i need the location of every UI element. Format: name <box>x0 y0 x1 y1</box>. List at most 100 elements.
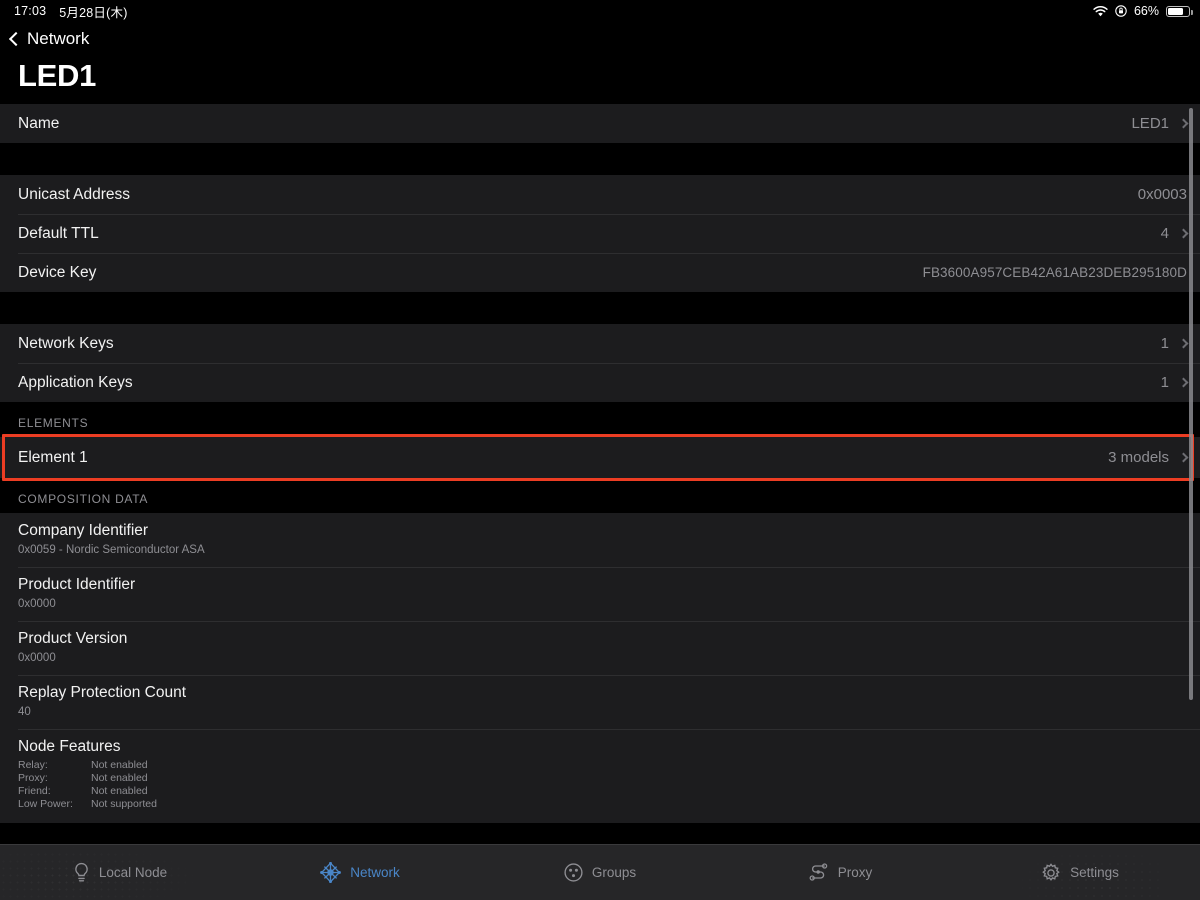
row-title: Product Version <box>18 630 128 647</box>
navigation-bar: Network <box>0 22 1200 56</box>
row-subtitle: 0x0000 <box>18 598 56 610</box>
row-label: Default TTL <box>18 224 99 242</box>
row-product-identifier[interactable]: Product Identifier 0x0000 <box>0 567 1200 621</box>
table-row: Relay: Not enabled <box>18 759 157 772</box>
row-unicast-address[interactable]: Unicast Address 0x0003 <box>0 175 1200 214</box>
row-subtitle: 0x0059 - Nordic Semiconductor ASA <box>18 544 205 556</box>
chevron-left-icon <box>8 31 24 46</box>
feature-value: Not supported <box>91 798 157 810</box>
tab-bar: Local Node Network Groups Proxy Settings <box>0 844 1200 900</box>
row-value: 0x0003 <box>1137 186 1187 203</box>
section-address: Unicast Address 0x0003 Default TTL 4 Dev… <box>0 175 1200 292</box>
row-label: Device Key <box>18 263 97 281</box>
status-time: 17:03 <box>14 4 47 18</box>
groups-icon <box>564 863 583 882</box>
section-header-composition-data: COMPOSITION DATA <box>0 478 1200 513</box>
section-gap <box>0 143 1200 175</box>
row-title: Company Identifier <box>18 522 149 539</box>
status-bar-left: 17:03 5月28日(木) <box>14 2 128 21</box>
settings-list[interactable]: Name LED1 Unicast Address 0x0003 Default… <box>0 104 1200 849</box>
mesh-network-icon <box>320 862 342 883</box>
row-element-1[interactable]: Element 1 3 models <box>0 437 1200 478</box>
row-value-group: 1 <box>1160 374 1189 391</box>
feature-key: Low Power: <box>18 798 73 810</box>
vertical-scrollbar[interactable] <box>1189 108 1193 700</box>
chevron-right-icon <box>1178 118 1189 129</box>
row-node-features[interactable]: Node Features Relay: Not enabled Proxy: … <box>0 729 1200 823</box>
row-label: Element 1 <box>18 448 88 466</box>
row-value: 3 models <box>1108 449 1169 466</box>
row-device-key[interactable]: Device Key FB3600A957CEB42A61AB23DEB2951… <box>0 253 1200 292</box>
row-value: LED1 <box>1131 115 1169 132</box>
rotation-lock-icon <box>1115 5 1127 17</box>
section-composition-data: Company Identifier 0x0059 - Nordic Semic… <box>0 513 1200 823</box>
chevron-right-icon <box>1178 377 1189 388</box>
section-header-elements: ELEMENTS <box>0 402 1200 437</box>
feature-value: Not enabled <box>91 785 148 797</box>
chevron-right-icon <box>1178 338 1189 349</box>
row-value: 1 <box>1160 374 1169 391</box>
wifi-icon <box>1093 5 1108 17</box>
row-label: Name <box>18 114 60 132</box>
section-gap <box>0 292 1200 324</box>
feature-value: Not enabled <box>91 759 148 771</box>
row-title: Replay Protection Count <box>18 684 187 701</box>
status-bar: 17:03 5月28日(木) 66% <box>0 0 1200 22</box>
tab-label: Network <box>350 865 400 880</box>
row-value: 1 <box>1160 335 1169 352</box>
node-features-table: Relay: Not enabled Proxy: Not enabled Fr… <box>18 759 157 811</box>
chevron-right-icon <box>1178 228 1189 239</box>
lightbulb-icon <box>73 862 90 883</box>
status-date: 5月28日(木) <box>59 5 128 20</box>
tab-label: Settings <box>1070 865 1119 880</box>
app-screen: 17:03 5月28日(木) 66% Network LED1 Name LED… <box>0 0 1200 900</box>
row-subtitle: 40 <box>18 706 31 718</box>
tab-proxy[interactable]: Proxy <box>720 845 960 900</box>
row-value: 4 <box>1160 225 1169 242</box>
row-label: Network Keys <box>18 334 114 352</box>
tab-local-node[interactable]: Local Node <box>0 845 240 900</box>
row-label: Unicast Address <box>18 185 130 203</box>
back-button[interactable]: Network <box>8 29 90 49</box>
row-network-keys[interactable]: Network Keys 1 <box>0 324 1200 363</box>
status-bar-right: 66% <box>1093 4 1193 18</box>
row-label: Application Keys <box>18 373 133 391</box>
tab-label: Proxy <box>837 865 873 880</box>
row-value-group: 4 <box>1160 225 1189 242</box>
battery-percent-label: 66% <box>1133 4 1159 18</box>
row-name[interactable]: Name LED1 <box>0 104 1200 143</box>
tab-network[interactable]: Network <box>240 845 480 900</box>
row-subtitle: 0x0000 <box>18 652 56 664</box>
row-replay-protection-count[interactable]: Replay Protection Count 40 <box>0 675 1200 729</box>
row-value-group: 3 models <box>1108 449 1189 466</box>
battery-icon <box>1166 5 1193 17</box>
row-title: Product Identifier <box>18 576 136 593</box>
feature-value: Not enabled <box>91 772 148 784</box>
row-default-ttl[interactable]: Default TTL 4 <box>0 214 1200 253</box>
tab-groups[interactable]: Groups <box>480 845 720 900</box>
table-row: Proxy: Not enabled <box>18 772 157 785</box>
gear-icon <box>1041 862 1061 883</box>
row-value: FB3600A957CEB42A61AB23DEB295180D <box>922 265 1187 280</box>
feature-key: Friend: <box>18 785 51 797</box>
row-application-keys[interactable]: Application Keys 1 <box>0 363 1200 402</box>
feature-key: Proxy: <box>18 772 48 784</box>
row-value-group: 0x0003 <box>1138 186 1187 203</box>
row-value-group: 1 <box>1160 335 1189 352</box>
tab-label: Local Node <box>98 865 168 880</box>
section-keys: Network Keys 1 Application Keys 1 <box>0 324 1200 402</box>
page-title: LED1 <box>0 56 1200 104</box>
table-row: Low Power: Not supported <box>18 798 157 811</box>
feature-key: Relay: <box>18 759 48 771</box>
row-value-group: FB3600A957CEB42A61AB23DEB295180D <box>923 265 1187 280</box>
back-button-label: Network <box>27 29 90 48</box>
proxy-icon <box>808 863 829 882</box>
row-company-identifier[interactable]: Company Identifier 0x0059 - Nordic Semic… <box>0 513 1200 567</box>
section-name: Name LED1 <box>0 104 1200 143</box>
section-elements: Element 1 3 models <box>0 434 1200 481</box>
row-title: Node Features <box>18 738 121 755</box>
tab-settings[interactable]: Settings <box>960 845 1200 900</box>
row-product-version[interactable]: Product Version 0x0000 <box>0 621 1200 675</box>
table-row: Friend: Not enabled <box>18 785 157 798</box>
chevron-right-icon <box>1178 452 1189 463</box>
